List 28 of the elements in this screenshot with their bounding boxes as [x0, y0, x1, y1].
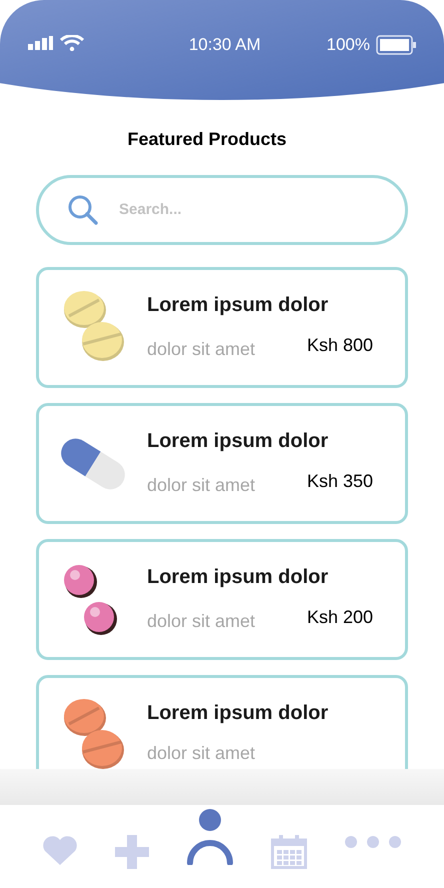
- product-name: Lorem ipsum dolor: [147, 429, 330, 454]
- product-subtitle: dolor sit amet: [147, 474, 256, 497]
- search-bar[interactable]: Search...: [36, 175, 408, 245]
- search-icon: [67, 194, 99, 226]
- signal-icon: [28, 36, 54, 50]
- calendar-icon[interactable]: [270, 835, 307, 869]
- product-card[interactable]: Lorem ipsum dolor dolor sit amet Ksh 350: [36, 403, 408, 524]
- product-name: Lorem ipsum dolor: [147, 293, 330, 318]
- product-price: Ksh 800: [306, 334, 373, 357]
- product-name: Lorem ipsum dolor: [147, 701, 330, 726]
- product-subtitle: dolor sit amet: [147, 742, 256, 765]
- search-field[interactable]: Search...: [119, 198, 377, 222]
- clock-time: 10:30 AM: [188, 35, 261, 55]
- plus-icon[interactable]: [115, 835, 150, 869]
- product-price: Ksh 200: [306, 606, 373, 629]
- wifi-icon: [60, 35, 84, 51]
- page-title: Featured Products: [127, 128, 287, 151]
- product-subtitle: dolor sit amet: [147, 338, 256, 361]
- battery-percent: 100%: [326, 35, 370, 55]
- person-icon[interactable]: [186, 809, 234, 865]
- battery-icon: [376, 35, 416, 55]
- product-card[interactable]: Lorem ipsum dolor dolor sit amet Ksh 800: [36, 267, 408, 388]
- product-card[interactable]: Lorem ipsum dolor dolor sit amet Ksh 200: [36, 539, 408, 660]
- product-subtitle: dolor sit amet: [147, 610, 256, 633]
- product-price: Ksh 350: [306, 470, 373, 493]
- more-icon[interactable]: [344, 835, 402, 849]
- heart-icon[interactable]: [42, 835, 78, 865]
- product-name: Lorem ipsum dolor: [147, 565, 330, 590]
